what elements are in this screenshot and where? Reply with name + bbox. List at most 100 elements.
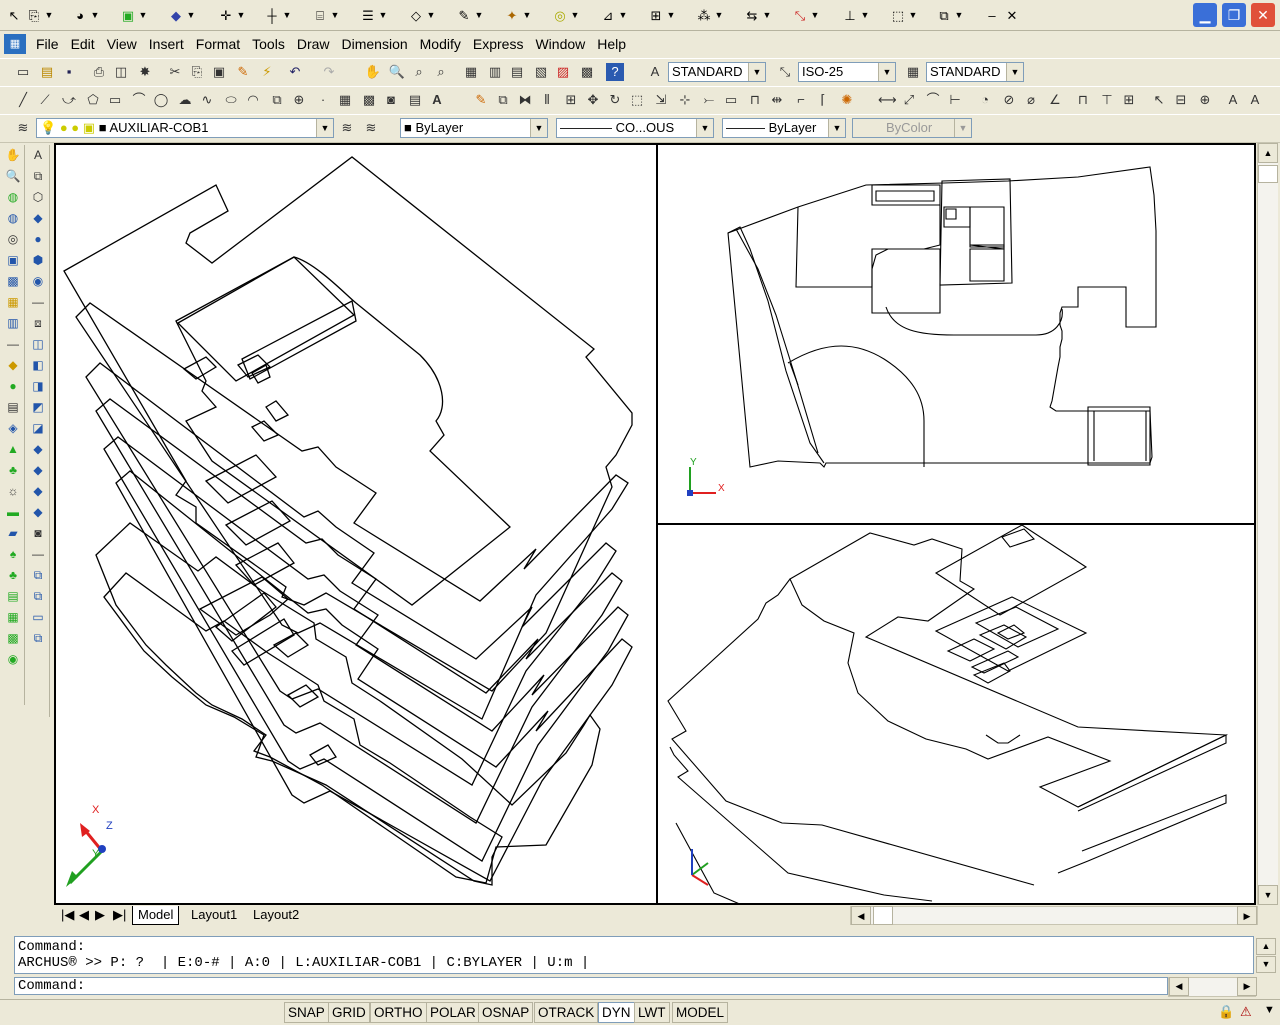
close-small-icon[interactable]: ✕ <box>1002 5 1022 25</box>
last-tab-icon[interactable]: ▶| <box>108 906 131 924</box>
scroll-right-icon[interactable]: ▶ <box>1237 906 1257 925</box>
square-icon[interactable]: ▣ <box>118 5 138 25</box>
insert-block-icon[interactable]: ⧉ <box>268 91 286 109</box>
torus-icon[interactable]: ◉ <box>27 271 49 292</box>
toolbar-group-18[interactable]: ⊥ ▼ <box>840 4 870 26</box>
pan-icon[interactable]: ✋ <box>364 63 382 81</box>
viewport-2-icon[interactable]: ⧉ <box>27 586 49 607</box>
command-input[interactable]: Command: <box>14 977 1168 995</box>
print-icon[interactable]: ⎙ <box>90 63 108 81</box>
scroll-left-icon[interactable]: ◀ <box>851 906 871 925</box>
cross-icon[interactable]: ✛ <box>216 5 236 25</box>
rectangle-icon[interactable]: ▭ <box>106 91 124 109</box>
preferences-icon[interactable]: ▩ <box>2 628 24 649</box>
text-style-select[interactable]: STANDARD ▼ <box>668 62 766 82</box>
menu-dimension[interactable]: Dimension <box>336 36 414 52</box>
menu-modify[interactable]: Modify <box>414 36 467 52</box>
dimedit-icon[interactable]: A <box>1224 91 1242 109</box>
center-mark-icon[interactable]: ⊕ <box>1196 91 1214 109</box>
polyline-icon[interactable]: ⤻ <box>60 91 78 109</box>
environment-icon[interactable]: ▲ <box>2 439 24 460</box>
view-right-icon[interactable]: ◨ <box>27 376 49 397</box>
toolbar-group-17[interactable]: ⤡ ▼ <box>790 4 820 26</box>
mtext-icon[interactable]: A <box>428 91 446 109</box>
chamfer-icon[interactable]: ⌐ <box>792 91 810 109</box>
offset-icon[interactable]: ⫴ <box>538 91 556 109</box>
menu-view[interactable]: View <box>101 36 143 52</box>
view-front-icon[interactable]: ◩ <box>27 397 49 418</box>
toolbar-group-5[interactable]: ✛ ▼ <box>216 4 246 26</box>
hscroll-thumb[interactable] <box>873 906 893 925</box>
toolbar-group-12[interactable]: ◎ ▼ <box>550 4 580 26</box>
window-icon[interactable]: ⧉ <box>934 5 954 25</box>
rotate-icon[interactable]: ↻ <box>606 91 624 109</box>
scale-icon[interactable]: ⬚ <box>628 91 646 109</box>
cylinder-icon[interactable]: ⬢ <box>27 250 49 271</box>
fillet-icon[interactable]: ⌈ <box>814 91 832 109</box>
constrained-orbit-icon[interactable]: ◍ <box>2 208 24 229</box>
menu-file[interactable]: File <box>30 36 65 52</box>
toolbar-group-20[interactable]: ⧉ ▼ <box>934 4 964 26</box>
point-icon[interactable]: · <box>314 91 332 109</box>
toolbar-group-19[interactable]: ⬚ ▼ <box>888 4 918 26</box>
dropdown-icon[interactable]: ▼ <box>282 10 292 20</box>
zoom-previous-icon[interactable]: ⌕ <box>432 63 450 81</box>
dropdown-icon[interactable]: ▼ <box>570 10 580 20</box>
cmd-scroll-right-icon[interactable]: ▶ <box>1237 977 1257 996</box>
view-back-icon[interactable]: ◪ <box>27 418 49 439</box>
dim-style-select[interactable]: ISO-25 ▼ <box>798 62 896 82</box>
toolbar-group-13[interactable]: ⊿ ▼ <box>598 4 628 26</box>
dropdown-icon[interactable]: ▼ <box>618 10 628 20</box>
box-3d-icon[interactable]: ⬡ <box>27 187 49 208</box>
menu-insert[interactable]: Insert <box>143 36 190 52</box>
horizontal-scrollbar[interactable]: ◀ ▶ <box>850 906 1258 925</box>
level-icon[interactable]: ⊥ <box>840 5 860 25</box>
view-nw-icon[interactable]: ◆ <box>27 502 49 523</box>
layers-icon[interactable]: ≋ <box>14 119 32 137</box>
sphere-icon[interactable]: ● <box>27 229 49 250</box>
tab-layout1[interactable]: Layout1 <box>186 906 242 924</box>
aligned-dim-icon[interactable]: ⤢ <box>900 91 918 109</box>
arc-icon[interactable]: ⌒ <box>130 91 148 109</box>
toolbar-group-11[interactable]: ✦ ▼ <box>502 4 532 26</box>
copy-3d-icon[interactable]: ⧉ <box>27 166 49 187</box>
calculator-icon[interactable]: ▩ <box>578 63 596 81</box>
dropdown-icon[interactable]: ▼ <box>666 10 676 20</box>
pointer-icon[interactable]: ↖ <box>4 5 24 25</box>
circle-icon[interactable]: ◯ <box>152 91 170 109</box>
cube-icon[interactable]: ◆ <box>166 5 186 25</box>
minimize-small-icon[interactable]: – <box>982 5 1002 25</box>
break-point-icon[interactable]: ▭ <box>722 91 740 109</box>
status-snap[interactable]: SNAP <box>284 1002 329 1023</box>
linear-dim-icon[interactable]: ⟷ <box>878 91 897 109</box>
status-dyn[interactable]: DYN <box>598 1002 635 1023</box>
command-scrollbar[interactable]: ▲ ▼ <box>1256 938 1276 973</box>
status-osnap[interactable]: OSNAP <box>478 1002 534 1023</box>
copy-icon[interactable]: ⎘ <box>24 5 44 25</box>
camera-icon[interactable]: ▣ <box>2 250 24 271</box>
globe-icon[interactable]: ◕ <box>70 5 90 25</box>
move-icon[interactable]: ✥ <box>584 91 602 109</box>
leader-icon[interactable]: ↖ <box>1150 91 1168 109</box>
view-top-icon[interactable]: ⧈ <box>27 313 49 334</box>
make-current-layer-icon[interactable]: ≋ <box>338 119 356 137</box>
continue-icon[interactable]: ⊞ <box>1120 91 1138 109</box>
view-bottom-icon[interactable]: ◫ <box>27 334 49 355</box>
status-lwt[interactable]: LWT <box>634 1002 670 1023</box>
diameter-icon[interactable]: ⌀ <box>1022 91 1040 109</box>
view-ne-icon[interactable]: ◆ <box>27 481 49 502</box>
array-icon[interactable]: ⊞ <box>562 91 580 109</box>
extend-icon[interactable]: ⤚ <box>700 91 718 109</box>
ordinate-icon[interactable]: ⊢ <box>946 91 964 109</box>
background-icon[interactable]: ▬ <box>2 502 24 523</box>
gradient-icon[interactable]: ▩ <box>360 91 378 109</box>
toolbar-group-2[interactable]: ◕ ▼ <box>70 4 100 26</box>
scroll-down-icon[interactable]: ▼ <box>1258 885 1278 905</box>
scene-icon[interactable]: ▰ <box>2 523 24 544</box>
toolbar-group-9[interactable]: ◇ ▼ <box>406 4 436 26</box>
construction-line-icon[interactable]: ⟋ <box>36 91 54 109</box>
markup-icon[interactable]: ▨ <box>554 63 572 81</box>
door-icon[interactable]: ⌸ <box>310 5 330 25</box>
toolbar-group-4[interactable]: ◆ ▼ <box>166 4 196 26</box>
viewport-1-icon[interactable]: ⧉ <box>27 565 49 586</box>
